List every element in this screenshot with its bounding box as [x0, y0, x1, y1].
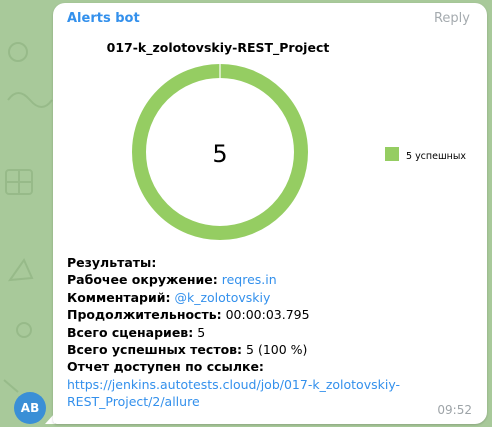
link-heading: Отчет доступен по ссылке: [67, 359, 264, 375]
message-time: 09:52 [437, 403, 472, 417]
environment-line: Рабочее окружение: reqres.in [67, 272, 277, 288]
legend-swatch [385, 147, 399, 161]
chart-title: 017-k_zolotovskiy-REST_Project [107, 40, 330, 56]
message-bubble: Alerts bot Reply 017-k_zolotovskiy-REST_… [53, 3, 487, 424]
legend-label: 5 успешных [406, 151, 466, 162]
chart-image[interactable]: 017-k_zolotovskiy-REST_Project 5 5 успеш… [63, 35, 473, 251]
mention-link[interactable]: @k_zolotovskiy [174, 290, 270, 305]
results-heading: Результаты: [67, 255, 157, 270]
scenarios-line: Всего сценариев: 5 [67, 324, 206, 340]
report-text: Результаты: Рабочее окружение: reqres.in… [67, 254, 400, 411]
environment-link[interactable]: reqres.in [222, 272, 277, 287]
passed-line: Всего успешных тестов: 5 (100 %) [67, 342, 308, 358]
comment-line: Комментарий: @k_zolotovskiy [67, 289, 271, 305]
donut-center-value: 5 [212, 140, 227, 168]
sender-name[interactable]: Alerts bot [67, 11, 140, 26]
duration-line: Продолжительность: 00:00:03.795 [67, 307, 310, 323]
reply-button[interactable]: Reply [434, 11, 470, 26]
report-link[interactable]: https://jenkins.autotests.cloud/job/017-… [67, 376, 400, 411]
sender-avatar[interactable]: AB [14, 392, 46, 424]
